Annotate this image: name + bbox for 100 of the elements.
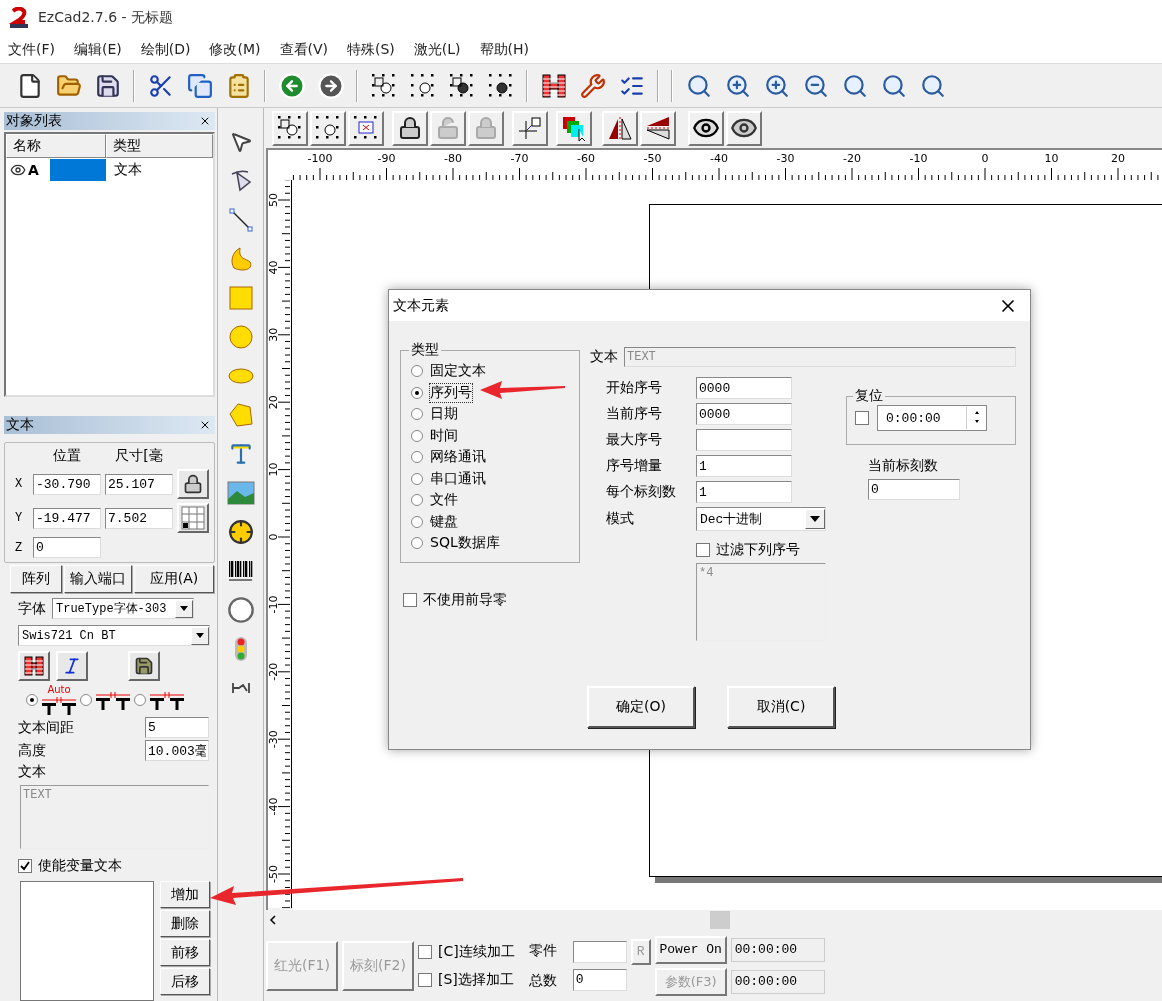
number-field[interactable] xyxy=(696,429,792,451)
mode-dropdown[interactable]: Dec十进制 xyxy=(696,507,826,531)
zoom-in-icon[interactable] xyxy=(763,72,790,99)
cut-icon[interactable] xyxy=(147,72,174,99)
font-button[interactable] xyxy=(56,651,88,681)
menu-item[interactable]: 编辑(E) xyxy=(70,40,126,59)
spacing-radio[interactable] xyxy=(26,694,38,706)
lock-icon[interactable] xyxy=(398,116,422,140)
letter-spacing-icon[interactable] xyxy=(148,690,186,710)
part-field[interactable] xyxy=(572,940,627,963)
menu-item[interactable]: 文件(F) xyxy=(4,40,59,59)
type-radio[interactable] xyxy=(411,515,423,528)
barcode-icon[interactable] xyxy=(227,558,254,583)
node-select-icon[interactable] xyxy=(448,72,475,99)
dialog-button[interactable]: 取消(C) xyxy=(727,686,835,728)
font-type-dropdown[interactable]: TrueType字体-303 xyxy=(52,598,194,619)
type-radio[interactable] xyxy=(411,451,423,463)
menu-item[interactable]: 修改(M) xyxy=(205,40,265,59)
zoom-in-icon[interactable] xyxy=(724,72,751,99)
type-radio[interactable] xyxy=(411,365,423,377)
magnifier-icon[interactable] xyxy=(880,72,907,99)
spacing-radio[interactable] xyxy=(134,694,146,706)
menu-item[interactable]: 特殊(S) xyxy=(343,40,399,59)
type-radio[interactable] xyxy=(411,537,423,549)
panel-button[interactable]: 阵列 xyxy=(10,565,62,593)
checkbox[interactable] xyxy=(855,411,869,425)
checkbox[interactable] xyxy=(696,543,710,557)
letter-spacing-icon[interactable] xyxy=(94,690,132,710)
number-field[interactable]: 0000 xyxy=(696,377,792,399)
checkbox[interactable] xyxy=(418,944,432,959)
save-icon[interactable] xyxy=(134,656,154,676)
dropdown-caret-icon[interactable] xyxy=(810,516,820,522)
checkbox[interactable] xyxy=(18,859,32,873)
list-button[interactable]: 删除 xyxy=(160,910,210,937)
type-radio[interactable] xyxy=(411,386,423,399)
traffic-light-icon[interactable] xyxy=(233,635,248,662)
zoom-out-icon[interactable] xyxy=(802,72,829,99)
folder-icon[interactable] xyxy=(55,72,82,99)
magnifier-icon[interactable] xyxy=(919,72,946,99)
panel-button[interactable]: 输入端口 xyxy=(64,565,132,593)
polygon-icon[interactable] xyxy=(227,401,254,428)
spacing-field[interactable]: 5 xyxy=(145,717,209,738)
position-field[interactable]: -19.477 xyxy=(33,507,101,529)
list-button[interactable]: 增加 xyxy=(160,881,210,908)
lock-icon[interactable] xyxy=(183,474,203,494)
column-header[interactable]: 类型 xyxy=(106,134,213,158)
app-logo-icon[interactable] xyxy=(8,7,30,29)
tools-icon[interactable] xyxy=(579,72,606,99)
type-radio[interactable] xyxy=(411,429,423,442)
column-header[interactable]: 名称 xyxy=(6,134,106,158)
checkbox[interactable] xyxy=(418,972,432,987)
node-select-icon[interactable] xyxy=(487,72,514,99)
menu-item[interactable]: 激光(L) xyxy=(409,40,465,59)
position-field[interactable]: -30.790 xyxy=(33,473,101,495)
number-field[interactable]: 1 xyxy=(696,455,792,477)
magnifier-icon[interactable] xyxy=(841,72,868,99)
time-spinner[interactable]: 0:00:00 xyxy=(877,405,987,431)
letter-spacing-icon[interactable] xyxy=(40,695,78,715)
number-field[interactable]: 0000 xyxy=(696,403,792,425)
menu-item[interactable]: 绘制(D) xyxy=(136,40,195,59)
menu-item[interactable]: 查看(V) xyxy=(275,40,332,59)
font-name-dropdown[interactable]: Swis721 Cn BT xyxy=(18,625,210,646)
spacing-radio[interactable] xyxy=(80,694,92,706)
panel-button[interactable]: 应用(A) xyxy=(134,565,214,593)
close-icon[interactable] xyxy=(199,115,211,127)
position-field[interactable]: 0 xyxy=(33,537,101,558)
close-icon[interactable] xyxy=(199,419,211,431)
scroll-left-icon[interactable] xyxy=(268,915,278,925)
lock-button[interactable] xyxy=(177,469,209,499)
dialog-button[interactable]: 确定(O) xyxy=(587,686,695,728)
node-select-icon[interactable] xyxy=(370,72,397,99)
name-cell[interactable] xyxy=(50,159,106,181)
type-radio[interactable] xyxy=(411,472,423,485)
crosshair-icon[interactable] xyxy=(227,518,254,545)
line-icon[interactable] xyxy=(227,206,254,233)
number-field[interactable]: 1 xyxy=(696,481,792,503)
ellipse-icon[interactable] xyxy=(227,366,254,385)
node-select-icon[interactable] xyxy=(409,72,436,99)
hatch-icon[interactable] xyxy=(540,72,567,99)
size-field[interactable]: 25.107 xyxy=(105,473,173,495)
list-button[interactable]: 前移 xyxy=(160,939,210,966)
dropdown-caret-icon[interactable] xyxy=(196,633,204,638)
eye-icon[interactable] xyxy=(10,162,26,178)
size-field[interactable]: 7.502 xyxy=(105,507,173,529)
copy-icon[interactable] xyxy=(186,72,213,99)
save-icon[interactable] xyxy=(94,72,121,99)
menu-item[interactable]: 帮助(H) xyxy=(475,40,533,59)
variable-list[interactable] xyxy=(20,881,154,1001)
count-field[interactable]: 0 xyxy=(868,479,960,500)
total-field[interactable]: 0 xyxy=(572,968,627,991)
scrollbar-thumb[interactable] xyxy=(710,911,730,929)
save-button[interactable] xyxy=(128,651,160,681)
list-button[interactable]: 后移 xyxy=(160,968,210,995)
dropdown-caret-icon[interactable] xyxy=(180,606,188,611)
italic-icon[interactable] xyxy=(62,656,82,676)
power-button[interactable]: Power On xyxy=(654,935,727,964)
type-radio[interactable] xyxy=(411,408,423,420)
unlock-button[interactable] xyxy=(430,110,466,146)
port-icon[interactable] xyxy=(230,680,251,695)
zoom-icon[interactable] xyxy=(685,72,712,99)
